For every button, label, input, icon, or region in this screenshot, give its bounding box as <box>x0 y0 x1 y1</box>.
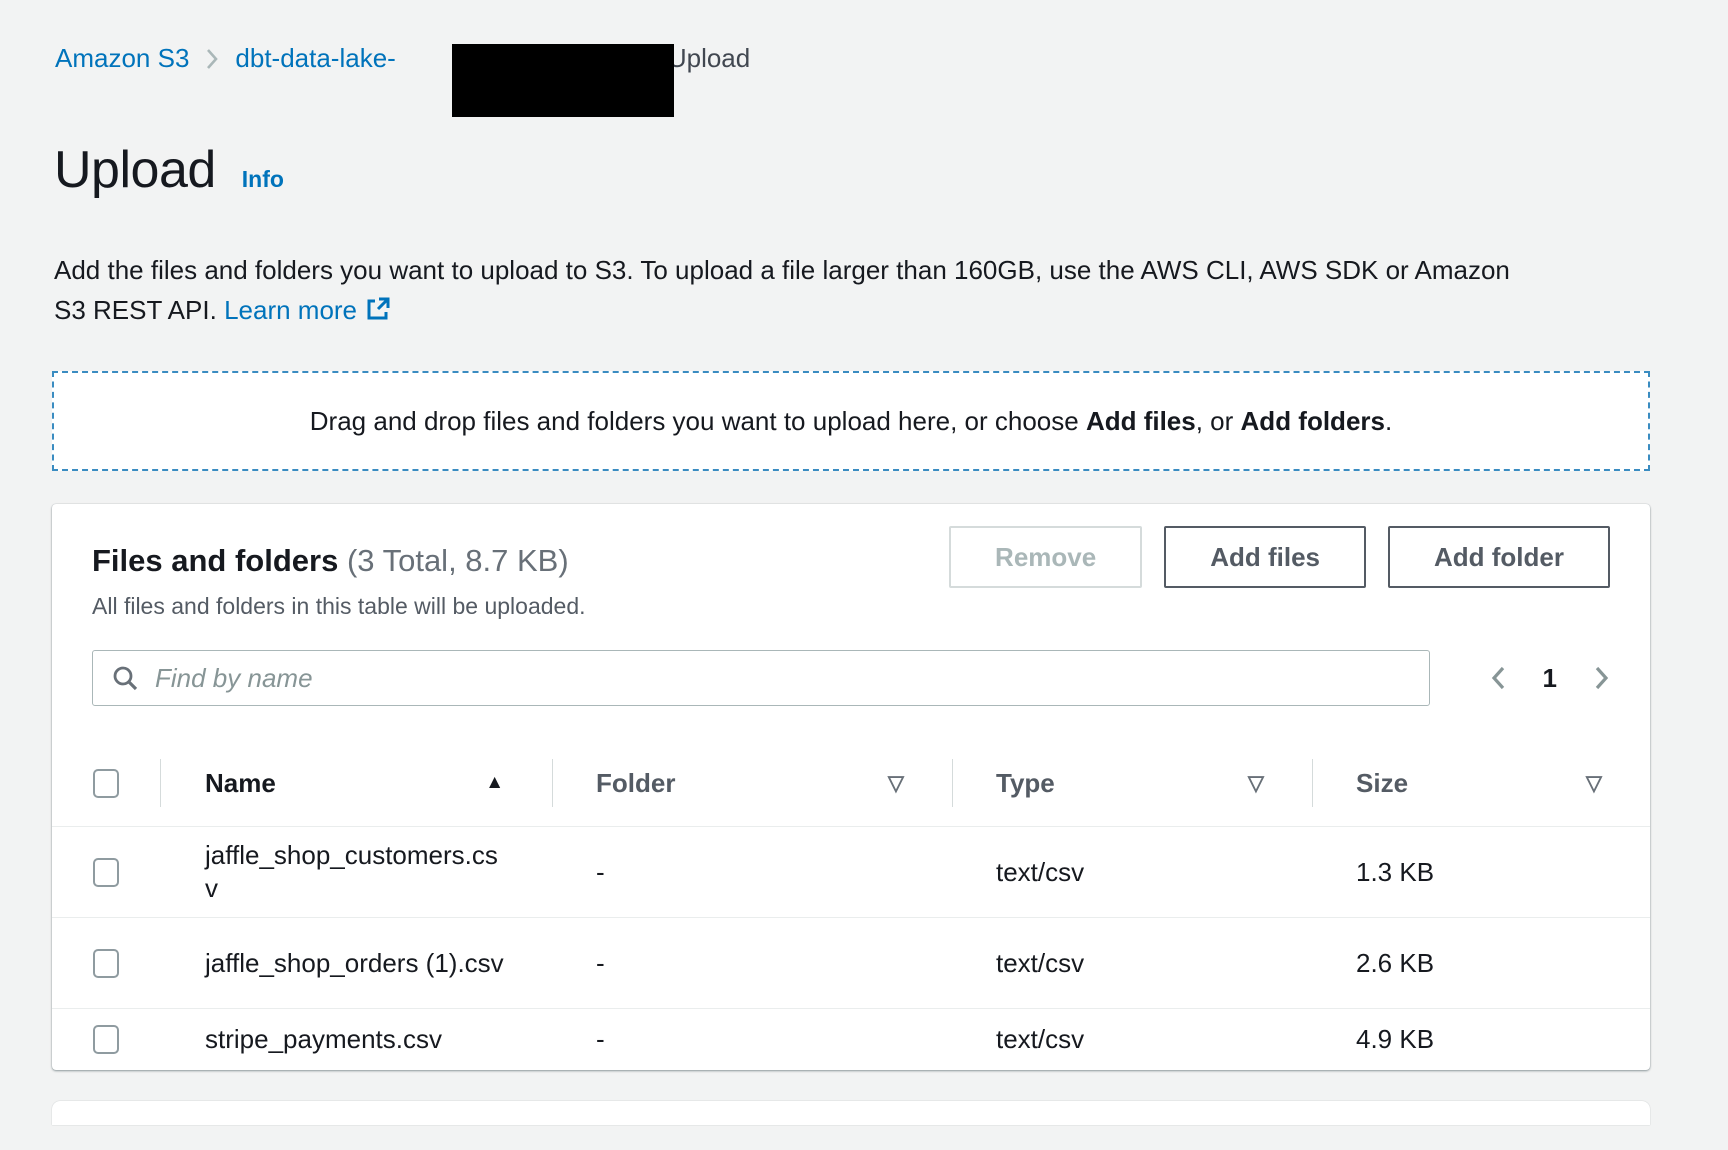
add-files-button[interactable]: Add files <box>1164 526 1366 588</box>
panel-heading: Files and folders (3 Total, 8.7 KB) <box>92 543 586 579</box>
row-checkbox[interactable] <box>93 949 119 978</box>
file-type: text/csv <box>996 948 1084 978</box>
redaction-box <box>452 44 674 117</box>
table-row: jaffle_shop_orders (1).csv - text/csv 2.… <box>52 917 1650 1008</box>
panel-title: Files and folders <box>92 543 338 578</box>
page-title: Upload <box>54 140 216 200</box>
remove-button[interactable]: Remove <box>949 526 1142 588</box>
column-header-size[interactable]: Size ▽ <box>1312 740 1650 826</box>
breadcrumb-amazon-s3[interactable]: Amazon S3 <box>55 43 189 74</box>
next-page-button[interactable] <box>1593 664 1610 692</box>
file-folder: - <box>596 857 605 887</box>
row-checkbox[interactable] <box>93 1025 119 1054</box>
select-all-checkbox[interactable] <box>93 769 119 798</box>
description-line1: Add the files and folders you want to up… <box>54 255 1510 285</box>
file-name: jaffle_shop_orders (1).csv <box>205 947 505 980</box>
current-page[interactable]: 1 <box>1543 663 1557 694</box>
row-checkbox[interactable] <box>93 858 119 887</box>
dropzone-text: Drag and drop files and folders you want… <box>310 406 1392 437</box>
file-size: 1.3 KB <box>1356 857 1434 887</box>
external-link-icon <box>365 293 391 333</box>
add-folder-button[interactable]: Add folder <box>1388 526 1610 588</box>
file-folder: - <box>596 948 605 978</box>
learn-more-link[interactable]: Learn more <box>224 295 357 325</box>
file-name: jaffle_shop_customers.csv <box>205 839 505 905</box>
breadcrumb-chevron-icon <box>205 46 219 72</box>
breadcrumb-bucket[interactable]: dbt-data-lake- <box>235 43 395 74</box>
info-link[interactable]: Info <box>242 166 284 193</box>
sort-none-icon: ▽ <box>888 771 904 796</box>
table-row: jaffle_shop_customers.csv - text/csv 1.3… <box>52 826 1650 917</box>
previous-page-button[interactable] <box>1490 664 1507 692</box>
file-size: 2.6 KB <box>1356 948 1434 978</box>
column-header-folder[interactable]: Folder ▽ <box>552 740 952 826</box>
panel-count: (3 Total, 8.7 KB) <box>347 543 569 578</box>
file-type: text/csv <box>996 1024 1084 1054</box>
files-table: Name ▲ Folder ▽ Type ▽ Size ▽ jaffle_sho… <box>52 740 1650 1070</box>
file-name: stripe_payments.csv <box>205 1023 505 1056</box>
breadcrumb-current: Upload <box>668 43 750 74</box>
sort-none-icon: ▽ <box>1586 771 1602 796</box>
column-header-name[interactable]: Name ▲ <box>160 740 552 826</box>
panel-subtitle: All files and folders in this table will… <box>92 593 586 620</box>
drag-drop-zone[interactable]: Drag and drop files and folders you want… <box>52 371 1650 471</box>
description-line2: S3 REST API. <box>54 295 217 325</box>
files-and-folders-panel: Files and folders (3 Total, 8.7 KB) All … <box>52 504 1650 1070</box>
pagination: 1 <box>1490 663 1610 694</box>
file-folder: - <box>596 1024 605 1054</box>
search-icon <box>111 664 139 697</box>
page-description: Add the files and folders you want to up… <box>54 250 1654 333</box>
sort-ascending-icon: ▲ <box>485 772 504 794</box>
file-type: text/csv <box>996 857 1084 887</box>
column-header-type[interactable]: Type ▽ <box>952 740 1312 826</box>
header-checkbox-cell <box>52 769 160 798</box>
sort-none-icon: ▽ <box>1248 771 1264 796</box>
breadcrumb: Amazon S3 dbt-data-lake- Upload <box>55 22 1728 95</box>
next-section-panel <box>52 1101 1650 1125</box>
table-row: stripe_payments.csv - text/csv 4.9 KB <box>52 1008 1650 1070</box>
search-input[interactable] <box>92 650 1430 706</box>
file-size: 4.9 KB <box>1356 1024 1434 1054</box>
